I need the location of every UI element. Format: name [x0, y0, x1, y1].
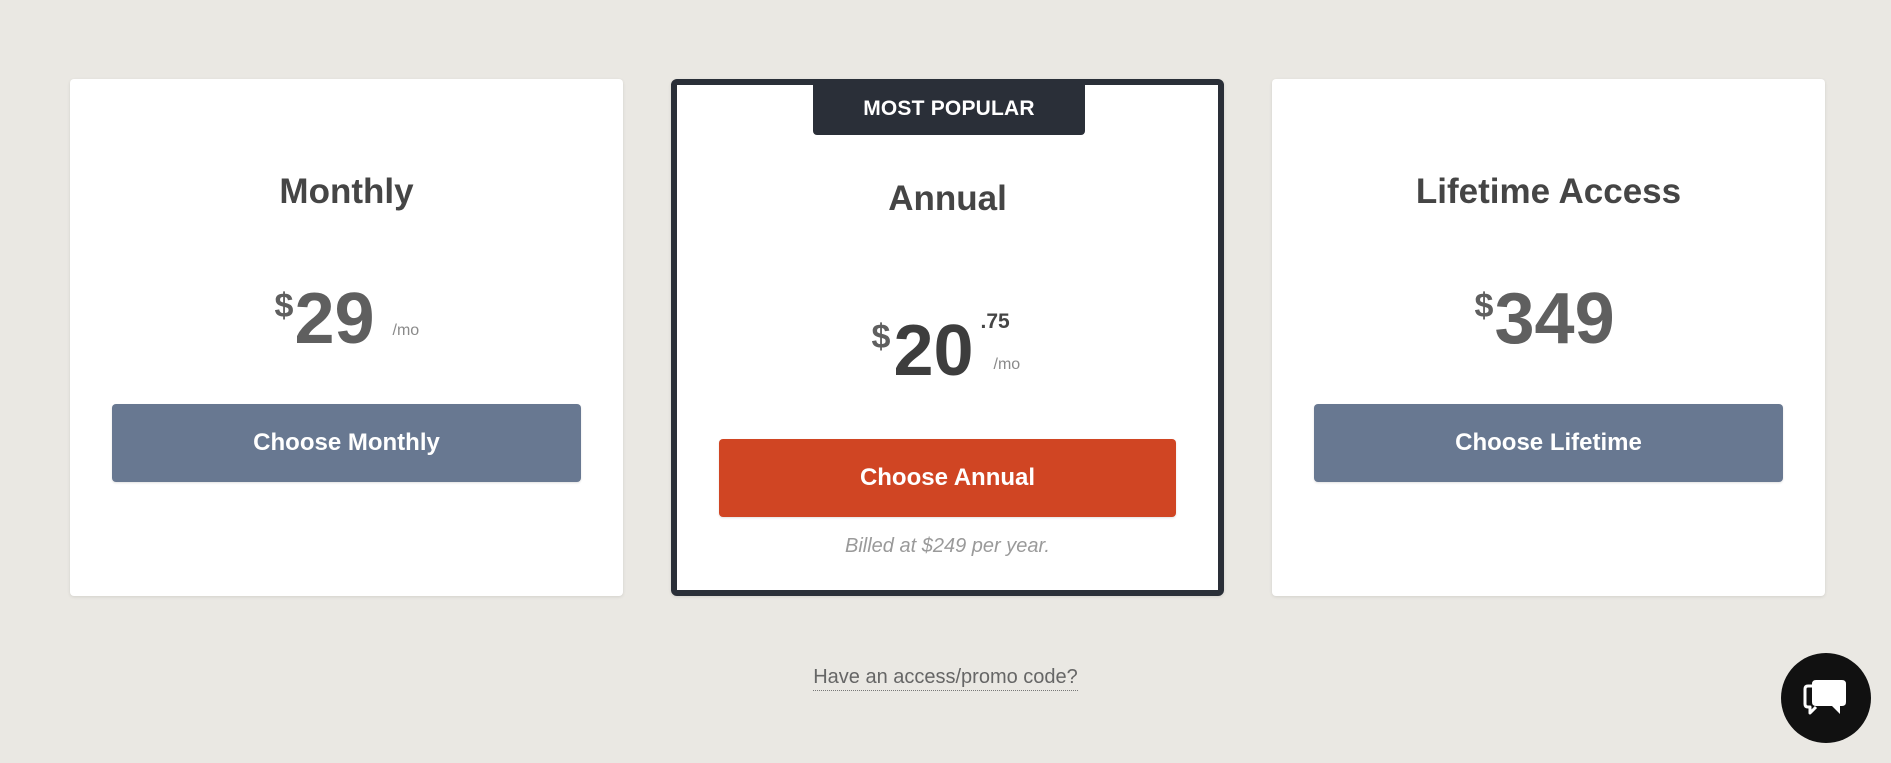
price-amount: 349: [1494, 279, 1615, 359]
plan-price: $ 349: [1272, 274, 1825, 364]
price-period: /mo: [993, 356, 1021, 373]
chat-launcher-button[interactable]: [1781, 653, 1871, 743]
price-currency: $: [274, 287, 294, 325]
plan-price: $ 29 /mo: [70, 274, 623, 364]
price-amount: 20: [893, 311, 974, 391]
plan-title: Monthly: [279, 172, 414, 211]
chat-icon: [1803, 680, 1846, 715]
choose-annual-button[interactable]: Choose Annual: [719, 439, 1176, 517]
price-period: /mo: [392, 322, 420, 339]
plan-card-lifetime: Lifetime Access $ 349 Choose Lifetime: [1272, 79, 1825, 596]
most-popular-badge: MOST POPULAR: [813, 83, 1085, 135]
plan-card-monthly: Monthly $ 29 /mo Choose Monthly: [70, 79, 623, 596]
price-currency: $: [1474, 287, 1494, 325]
billing-note: Billed at $249 per year.: [845, 535, 1050, 557]
plan-title: Annual: [888, 179, 1007, 218]
promo-code-row: Have an access/promo code?: [0, 666, 1891, 691]
plan-price: $ 20 .75 /mo: [677, 288, 1218, 391]
price-currency: $: [871, 318, 891, 356]
plan-title: Lifetime Access: [1415, 172, 1682, 211]
choose-monthly-button[interactable]: Choose Monthly: [112, 404, 581, 482]
price-amount: 29: [294, 279, 375, 359]
promo-code-link[interactable]: Have an access/promo code?: [813, 666, 1078, 691]
plan-card-annual: MOST POPULAR Annual $ 20 .75 /mo Choose …: [671, 79, 1224, 596]
choose-lifetime-button[interactable]: Choose Lifetime: [1314, 404, 1783, 482]
price-cents: .75: [980, 310, 1010, 333]
